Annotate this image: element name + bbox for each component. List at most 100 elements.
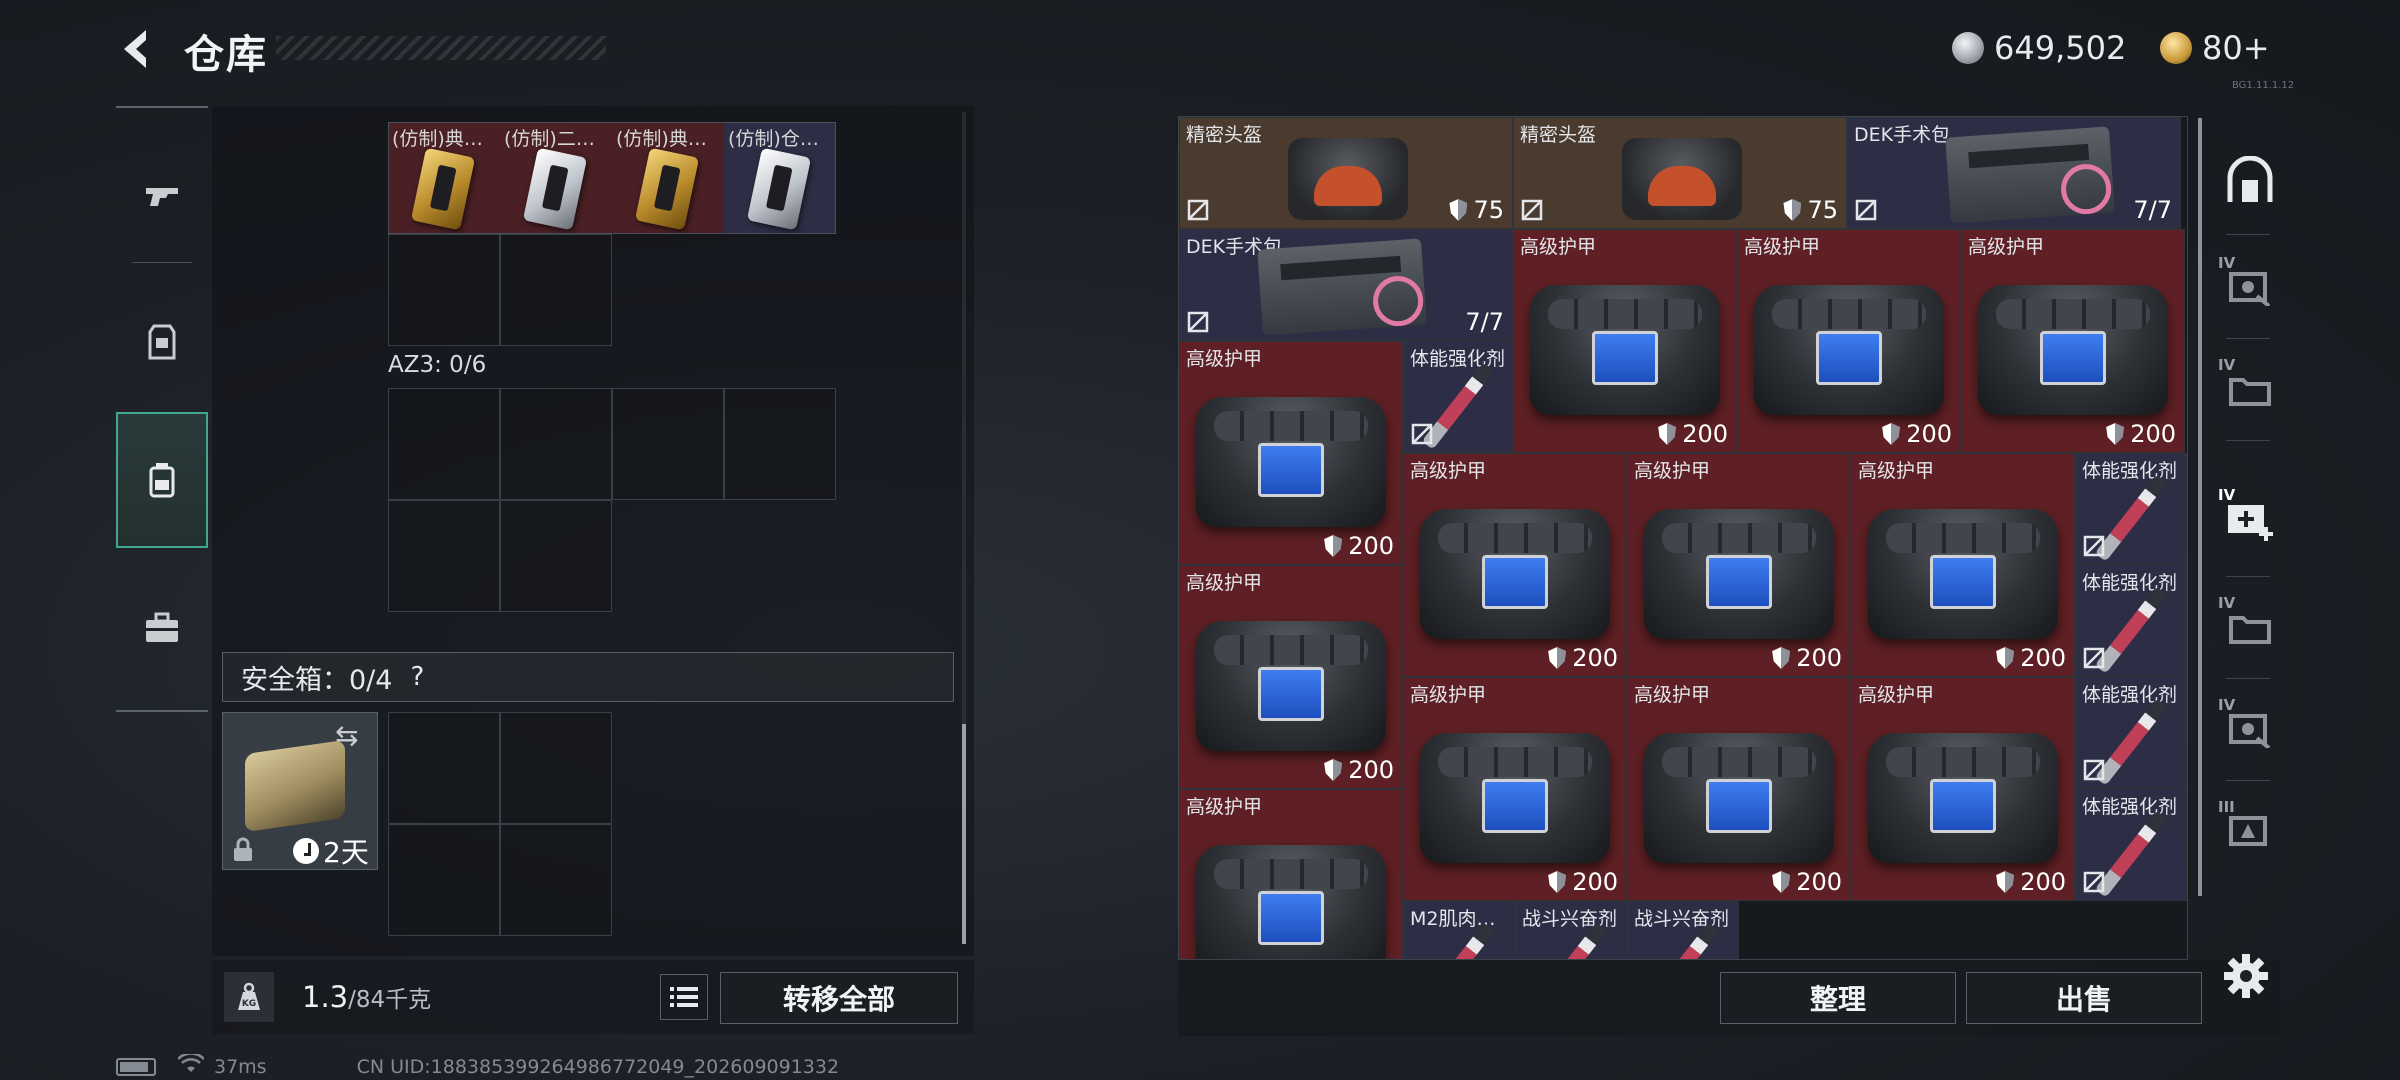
stash-item-stim[interactable]: 体能强化剂 (2075, 453, 2187, 565)
weight-max: /84千克 (348, 987, 432, 1013)
no-insure-icon (2083, 647, 2105, 669)
stash-item-armor[interactable]: 高级护甲 200 (1737, 229, 1961, 453)
weight-current: 1.3 (302, 980, 349, 1014)
stash-item-stim[interactable]: 体能强化剂 (2075, 789, 2187, 901)
tab-folder[interactable]: IV (2218, 356, 2282, 420)
item-stat: 75 (1449, 196, 1504, 224)
safe-box-slot[interactable] (500, 824, 612, 936)
item-name: 高级护甲 (1186, 348, 1263, 370)
list-icon (670, 987, 698, 1007)
nav-armor[interactable] (116, 274, 208, 410)
armor-icon (1868, 732, 2058, 863)
grid-slot[interactable] (500, 500, 612, 612)
armor-icon (1868, 508, 2058, 639)
safe-box-help-button[interactable]: ? (410, 662, 424, 692)
grid-slot[interactable] (388, 234, 500, 346)
item-name: DEK手术包 (1854, 124, 1951, 146)
settings-gear-icon[interactable] (2222, 952, 2270, 1000)
item-name: 高级护甲 (1968, 236, 2045, 258)
tier-label: III (2218, 798, 2235, 816)
grid-slot[interactable] (388, 388, 500, 500)
tab-vault[interactable] (2218, 150, 2282, 214)
gold-coin-icon (2160, 32, 2192, 64)
grid-slot[interactable] (388, 500, 500, 612)
stash-item-armor[interactable]: 高级护甲 200 (1851, 453, 2075, 677)
stash-item-stim[interactable]: 战斗兴奋剂 (1515, 901, 1627, 959)
grid-slot[interactable] (724, 388, 836, 500)
item-stat: 200 (1772, 644, 1842, 672)
durability-icon (1996, 647, 2015, 669)
armor-icon (1420, 732, 1610, 863)
transfer-all-button[interactable]: 转移全部 (720, 972, 958, 1024)
durability-icon (1449, 199, 1468, 221)
stash-item-armor[interactable]: 高级护甲 200 (1513, 229, 1737, 453)
list-view-button[interactable] (660, 974, 708, 1020)
backpack-icon (149, 463, 175, 498)
status-bar: 37ms CN UID:188385399264986772049_202609… (116, 1052, 839, 1079)
stash-item-armor[interactable]: 高级护甲 200 (1179, 565, 1403, 789)
item-stat: 200 (2106, 420, 2176, 448)
safe-box-slot[interactable] (388, 824, 500, 936)
item-stat: 200 (1772, 868, 1842, 896)
stash-item-medkit[interactable]: DEK手术包 7/7 (1179, 229, 1513, 341)
item-name: 高级护甲 (1634, 684, 1711, 706)
stash-item-armor[interactable]: 高级护甲 200 (1403, 677, 1627, 901)
stash-item-stim[interactable]: 体能强化剂 (2075, 677, 2187, 789)
weight-readout: 1.3/84千克 (302, 980, 431, 1014)
safe-box-item[interactable]: ⇆ 2天 (222, 712, 378, 870)
nav-weapon[interactable] (116, 128, 208, 264)
item-stat: 200 (1996, 644, 2066, 672)
stash-item-armor[interactable]: 高级护甲 200 (1403, 453, 1627, 677)
clock-icon (293, 838, 319, 864)
stash-item-armor[interactable]: 高级护甲 200 (1961, 229, 2185, 453)
item-stat: 200 (1324, 756, 1394, 784)
stash-grid: 精密头盔 75 精密头盔 75 DEK手术包 7/7 DEK手术包 7/7 高级… (1178, 116, 2188, 960)
tab-medical-case[interactable]: IV (2218, 486, 2282, 550)
stash-item-armor[interactable]: 高级护甲 200 (1627, 453, 1851, 677)
grid-slot[interactable] (500, 388, 612, 500)
stash-item-armor[interactable]: 高级护甲 (1179, 789, 1403, 959)
armor-icon (1754, 284, 1944, 415)
grid-slot[interactable] (612, 388, 724, 500)
safe-box-label: 安全箱：0/4 (241, 664, 393, 696)
tab-safe-box[interactable]: IV (2218, 254, 2282, 318)
briefcase-icon (146, 612, 178, 642)
durability-icon (1548, 647, 1567, 669)
item-name: 精密头盔 (1520, 124, 1597, 146)
grid-slot[interactable] (500, 234, 612, 346)
sell-button[interactable]: 出售 (1966, 972, 2202, 1024)
stash-item-stim[interactable]: 战斗兴奋剂 (1627, 901, 1739, 959)
durability-icon (1324, 759, 1343, 781)
stash-item-armor[interactable]: 高级护甲 200 (1851, 677, 2075, 901)
stash-tab-nav: IV IV IV IV IV III (2196, 116, 2296, 956)
back-button[interactable] (112, 24, 162, 74)
backpack-scrollbar-thumb[interactable] (962, 724, 966, 944)
tab-ammo-case[interactable]: III (2218, 798, 2282, 862)
armor-icon (1978, 284, 2168, 415)
safe-box-slot[interactable] (388, 712, 500, 824)
safe-box-slot[interactable] (500, 712, 612, 824)
ping-value: 37ms (214, 1055, 267, 1078)
no-insure-icon (2083, 871, 2105, 893)
tab-safe-box-2[interactable]: IV (2218, 696, 2282, 760)
nav-case[interactable] (116, 560, 208, 696)
stash-item-armor[interactable]: 高级护甲 200 (1179, 341, 1403, 565)
stash-item-stim[interactable]: 体能强化剂 (2075, 565, 2187, 677)
sort-button[interactable]: 整理 (1720, 972, 1956, 1024)
stash-item-helmet[interactable]: 精密头盔 75 (1179, 117, 1513, 229)
stash-item-medkit[interactable]: DEK手术包 7/7 (1847, 117, 2181, 229)
tab-folder-2[interactable]: IV (2218, 594, 2282, 658)
no-insure-icon (1855, 199, 1877, 221)
item-name: 高级护甲 (1410, 460, 1487, 482)
stash-item-armor[interactable]: 高级护甲 200 (1627, 677, 1851, 901)
stash-item-stim[interactable]: 体能强化剂 (1403, 341, 1513, 453)
swap-icon[interactable]: ⇆ (335, 719, 373, 752)
durability-icon (1772, 647, 1791, 669)
stash-item-helmet[interactable]: 精密头盔 75 (1513, 117, 1847, 229)
vault-icon (2227, 156, 2273, 202)
stash-item-stim[interactable]: M2肌肉… (1403, 901, 1515, 959)
currency-premium[interactable]: 80+ (2160, 24, 2270, 72)
nav-backpack[interactable] (116, 412, 208, 548)
durability-icon (1783, 199, 1802, 221)
item-name: 高级护甲 (1186, 572, 1263, 594)
